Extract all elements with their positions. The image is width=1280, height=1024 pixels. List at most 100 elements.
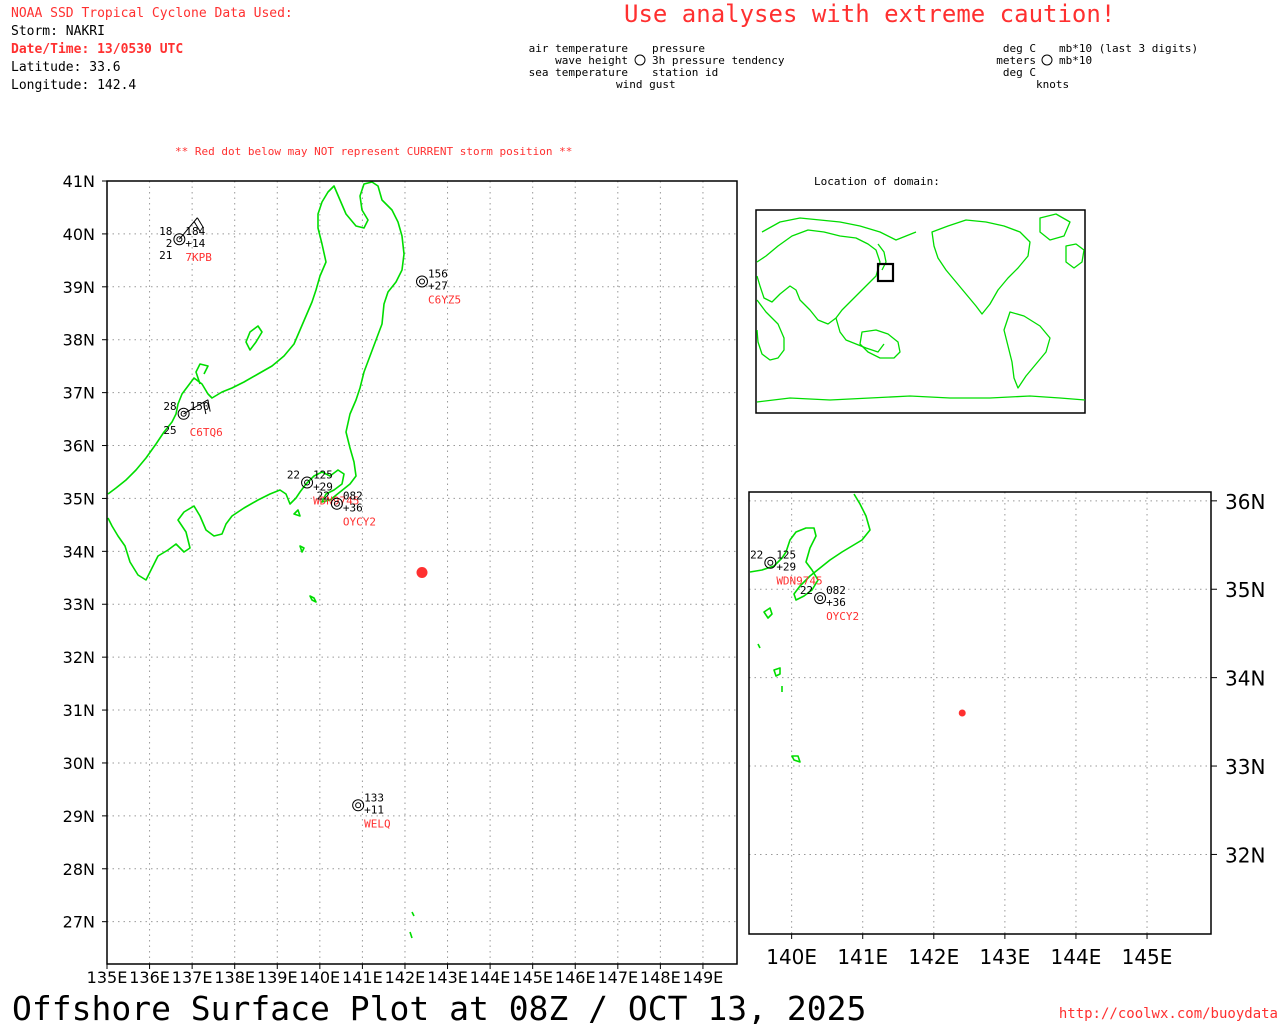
inset-map-stations: 22 125+29WDN974522 082+36OYCY2 — [750, 549, 859, 623]
station-inner-circle-icon — [817, 595, 824, 602]
station-tendency: +29 — [776, 561, 796, 574]
station-air-temp: 22 — [287, 469, 300, 482]
station-air-temp: 22 — [317, 490, 330, 503]
station-id: C6YZ5 — [428, 294, 461, 307]
world-domain-map[interactable] — [755, 209, 1086, 414]
lon-label: 140E — [766, 945, 817, 969]
inset-storm-position-dot[interactable] — [958, 709, 966, 717]
main-map-stations: 18221184+147KPB156+27C6YZ52825150C6TQ622… — [159, 217, 461, 830]
lon-label: 148E — [640, 968, 681, 987]
station-air-temp: 28 — [163, 400, 176, 413]
station-circle-icon — [416, 275, 428, 288]
footer-url[interactable]: http://coolwx.com/buoydata — [1059, 1006, 1278, 1022]
lat-label: 32N — [1225, 843, 1265, 867]
station-wdn9745[interactable]: 22 125+29WDN9745 — [750, 549, 823, 588]
station-pressure: 150 — [190, 400, 210, 413]
inset-map-grid — [749, 492, 1217, 939]
red-dot-note: ** Red dot below may NOT represent CURRE… — [175, 145, 572, 158]
station-air-temp: 22 — [750, 549, 763, 562]
lon-label: 139E — [257, 968, 298, 987]
lat-label: 27N — [63, 913, 95, 932]
lat-label: 34N — [1225, 667, 1265, 691]
units-left-3: deg C — [1003, 66, 1036, 79]
lat-label: 35N — [63, 489, 95, 508]
station-c6tq6[interactable]: 28 25 150 C6TQ6 — [163, 400, 222, 439]
plot-canvas: NOAA SSD Tropical Cyclone Data Used: Sto… — [11, 0, 1278, 1024]
inset-map[interactable]: 22 125+29WDN974522 082+36OYCY2 36N 35N 34N 33… — [748, 490, 1265, 969]
station-sea-temp: 21 — [159, 249, 172, 262]
lon-label: 147E — [597, 968, 638, 987]
inset-island-1 — [763, 607, 773, 619]
lon-label: 142E — [385, 968, 426, 987]
station-legend: air temperature wave height sea temperat… — [529, 42, 1198, 91]
main-map[interactable]: 18221184+147KPB156+27C6YZ52825150C6TQ622… — [63, 172, 738, 987]
inset-map-lon-labels: 140E 141E 142E 143E 144E 145E — [766, 945, 1172, 969]
storm-latitude: Latitude: 33.6 — [11, 60, 121, 75]
lat-label: 40N — [63, 225, 95, 244]
bonin-island-2 — [409, 931, 413, 939]
station-id: WELQ — [364, 817, 391, 830]
lon-label: 135E — [87, 968, 128, 987]
station-circle-icon — [352, 799, 365, 812]
storm-datetime: Date/Time: 13/0530 UTC — [11, 42, 183, 57]
station-inner-circle-icon — [767, 559, 774, 566]
world-map-frame — [755, 209, 1086, 414]
lat-label: 32N — [63, 648, 95, 667]
station-oycy2[interactable]: 22 082+36OYCY2 — [800, 584, 859, 623]
lat-label: 29N — [63, 807, 95, 826]
lat-label: 30N — [63, 754, 95, 773]
caution-banner: Use analyses with extreme caution! — [624, 0, 1115, 28]
inset-island-2 — [757, 643, 761, 649]
station-circle-icon — [814, 592, 827, 605]
lon-label: 144E — [470, 968, 511, 987]
inset-map-lat-labels: 36N 35N 34N 33N 32N — [1225, 490, 1265, 868]
lat-label: 35N — [1225, 578, 1265, 602]
izu-island-3 — [309, 595, 317, 603]
inset-map-coastlines — [749, 493, 871, 763]
main-map-lat-labels: 41N 40N 39N 38N 37N 36N 35N 34N 33N 32N 31N 30N 29N 2… — [63, 172, 95, 932]
legend-bottom: wind gust — [616, 78, 676, 91]
domain-title: Location of domain: — [814, 175, 940, 188]
station-tendency: +36 — [343, 502, 363, 515]
station-welq[interactable]: 133+11WELQ — [352, 791, 391, 830]
units-right-2: mb*10 — [1059, 54, 1092, 67]
sado-island — [245, 325, 263, 351]
station-tendency: +27 — [428, 280, 448, 293]
lat-label: 36N — [1225, 490, 1265, 514]
lon-label: 145E — [512, 968, 553, 987]
storm-name: Storm: NAKRI — [11, 24, 105, 39]
station-inner-circle-icon — [419, 278, 425, 285]
lat-label: 33N — [63, 595, 95, 614]
main-map-lon-labels: 135E 136E 137E 138E 139E 140E 141E 142E 143E 144E… — [87, 968, 724, 987]
lon-label: 141E — [342, 968, 383, 987]
lat-label: 33N — [1225, 755, 1265, 779]
station-tendency: +11 — [364, 803, 384, 816]
inset-map-frame — [748, 491, 1212, 935]
inset-island-3 — [773, 667, 781, 677]
footer-title: Offshore Surface Plot at 08Z / OCT 13, 2… — [12, 989, 866, 1024]
station-inner-circle-icon — [355, 802, 362, 809]
station-tendency: +14 — [185, 237, 205, 250]
lon-label: 143E — [979, 945, 1030, 969]
lon-label: 142E — [908, 945, 959, 969]
lat-label: 37N — [63, 384, 95, 403]
lon-label: 138E — [214, 968, 255, 987]
lat-label: 34N — [63, 542, 95, 561]
lat-label: 36N — [63, 437, 95, 456]
lon-label: 140E — [300, 968, 341, 987]
legend-left-3: sea temperature — [529, 66, 628, 79]
station-id: OYCY2 — [343, 516, 376, 529]
units-bottom: knots — [1036, 78, 1069, 91]
station-id: C6TQ6 — [190, 426, 223, 439]
units-station-circle-icon — [1041, 54, 1053, 66]
legend-station-circle-icon — [634, 54, 646, 66]
storm-position-dot[interactable] — [416, 567, 428, 578]
lon-label: 149E — [683, 968, 724, 987]
station-sea-temp: 25 — [163, 424, 176, 437]
storm-longitude: Longitude: 142.4 — [11, 78, 136, 93]
source-title: NOAA SSD Tropical Cyclone Data Used: — [11, 6, 293, 21]
station-oycy2[interactable]: 22 082+36OYCY2 — [317, 490, 376, 529]
bonin-island-1 — [411, 911, 415, 917]
lon-label: 146E — [555, 968, 596, 987]
station-tendency: +36 — [826, 596, 846, 609]
